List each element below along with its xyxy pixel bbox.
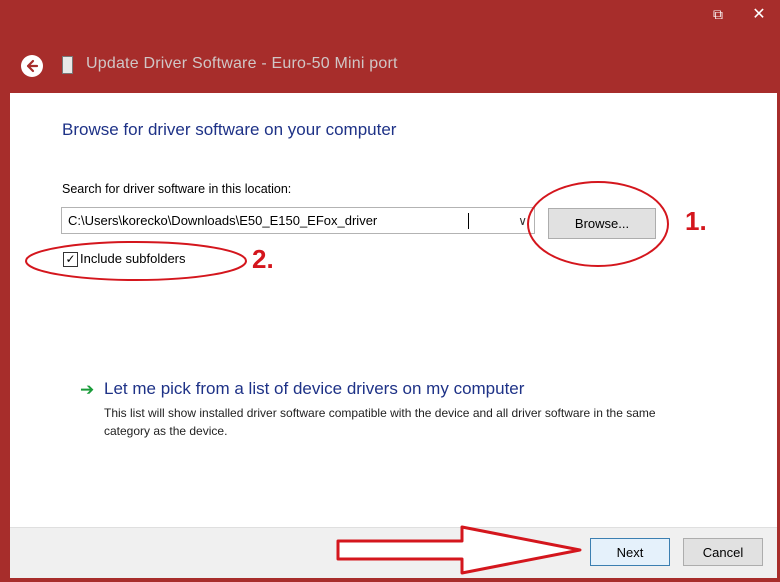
restore-icon[interactable]: ⧉ xyxy=(700,0,736,28)
close-icon[interactable]: ✕ xyxy=(738,0,780,28)
pick-from-list-description: This list will show installed driver sof… xyxy=(104,406,656,438)
step-1-label: 1. xyxy=(685,206,707,236)
cancel-button[interactable]: Cancel xyxy=(683,538,763,566)
dialog-content: Browse for driver software on your compu… xyxy=(10,93,777,527)
green-arrow-icon: ➔ xyxy=(80,380,95,399)
search-location-label: Search for driver software in this locat… xyxy=(62,182,292,196)
step-2-label: 2. xyxy=(252,244,274,274)
dropdown-chevron-icon[interactable]: ∨ xyxy=(518,214,527,228)
browse-button[interactable]: Browse... xyxy=(548,208,656,239)
path-input[interactable]: C:\Users\korecko\Downloads\E50_E150_EFox… xyxy=(68,213,377,228)
button-bar: Next Cancel xyxy=(10,527,777,578)
back-arrow-icon xyxy=(26,59,39,73)
include-subfolders-label[interactable]: Include subfolders xyxy=(80,251,186,266)
app-icon xyxy=(62,56,73,74)
next-button[interactable]: Next xyxy=(590,538,670,566)
pick-from-list-link[interactable]: Let me pick from a list of device driver… xyxy=(104,379,524,399)
checkmark-icon: ✓ xyxy=(65,252,76,266)
window-title: Update Driver Software - Euro-50 Mini po… xyxy=(86,55,398,72)
text-cursor xyxy=(468,213,469,229)
path-combo-box[interactable]: C:\Users\korecko\Downloads\E50_E150_EFox… xyxy=(61,207,535,234)
back-button[interactable] xyxy=(21,55,43,77)
page-heading: Browse for driver software on your compu… xyxy=(62,120,397,139)
include-subfolders-checkbox[interactable]: ✓ xyxy=(63,252,78,267)
dialog-window: ⧉ ✕ Update Driver Software - Euro-50 Min… xyxy=(0,0,780,582)
title-bar: ⧉ ✕ Update Driver Software - Euro-50 Min… xyxy=(0,0,780,92)
